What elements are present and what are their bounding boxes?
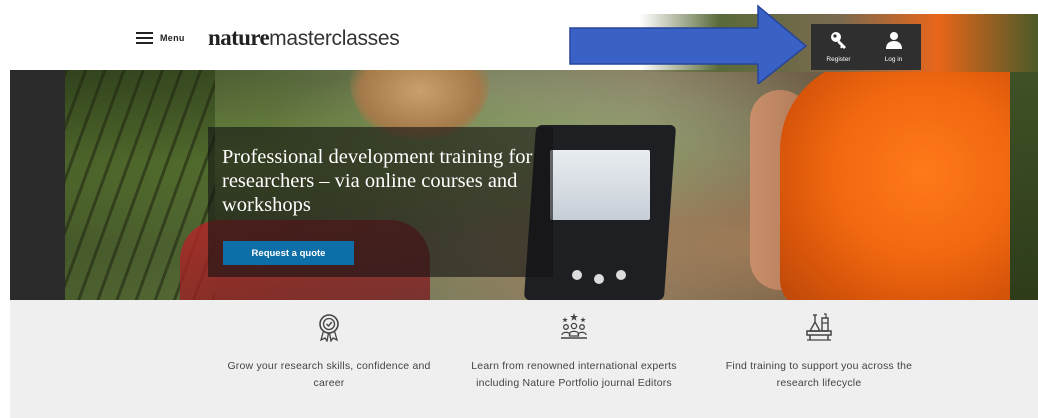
logo-nature: nature [208,25,270,50]
feature-item: Find training to support you across the … [709,312,929,392]
hero-title: Professional development training for re… [222,146,533,216]
request-quote-button[interactable]: Request a quote [223,241,354,265]
key-icon [830,32,846,49]
pointer-arrow-icon [569,4,808,84]
hero-edge-strip [10,70,65,300]
hero-knob [572,270,582,280]
logo-masterclasses: masterclasses [269,27,400,50]
menu-label: Menu [160,33,185,43]
feature-text: Learn from renowned international expert… [471,360,677,389]
feature-text: Find training to support you across the … [725,360,913,389]
user-icon [885,32,902,49]
feature-text: Grow your research skills, confidence an… [227,360,431,389]
login-button[interactable]: Log in [866,24,921,70]
feature-item: Learn from renowned international expert… [464,312,684,392]
register-button[interactable]: Register [811,24,866,70]
menu-button[interactable]: Menu [136,32,185,44]
feature-item: Grow your research skills, confidence an… [219,312,439,392]
features-strip: Grow your research skills, confidence an… [10,300,1038,418]
register-label: Register [826,56,851,63]
account-menu: Register Log in [811,24,921,70]
hero-equipment-screen [550,150,650,220]
hero-knob [616,270,626,280]
hero-knob [594,274,604,284]
people-stars-icon [561,313,587,339]
login-label: Log in [884,56,903,63]
site-logo[interactable]: naturemasterclasses [208,25,400,51]
hero-right-foliage [1010,70,1038,300]
hamburger-icon [136,32,153,44]
award-rosette-icon [319,314,339,342]
hero-orange-shirt [780,70,1038,300]
lab-bench-icon [806,313,832,341]
